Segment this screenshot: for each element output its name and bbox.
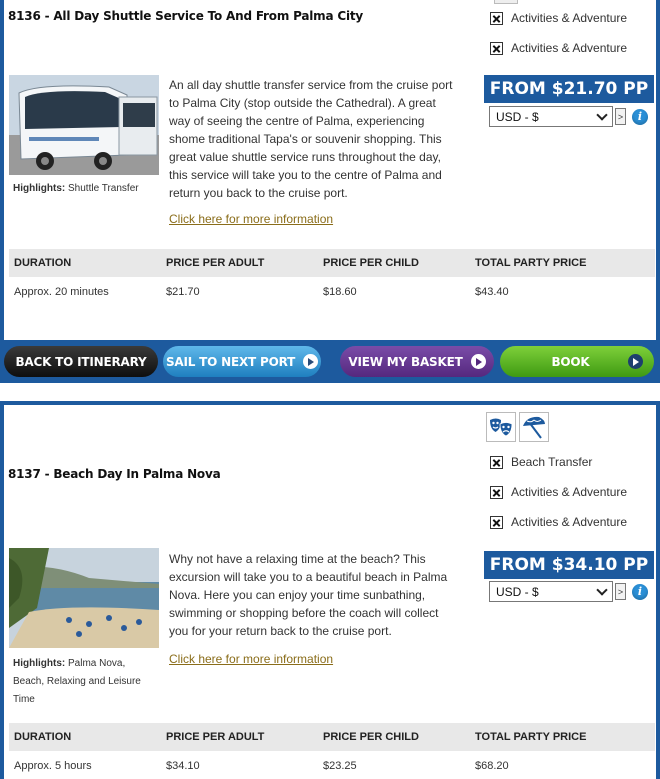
excursion-photo-beach[interactable] [9,548,159,648]
checkbox-x-icon [490,455,503,469]
header-adult: PRICE PER ADULT [166,731,265,743]
cell-total-price: $68.20 [475,760,509,772]
price-table: DURATION PRICE PER ADULT PRICE PER CHILD… [9,249,655,307]
beach-umbrella-icon[interactable] [519,412,549,442]
cell-child-price: $23.25 [323,760,357,772]
view-basket-button[interactable]: VIEW MY BASKET [340,346,494,377]
more-info-link[interactable]: Click here for more information [169,652,333,666]
highlights: Highlights: Shuttle Transfer [13,180,158,198]
book-button[interactable]: BOOK [500,346,654,377]
price-table-header: DURATION PRICE PER ADULT PRICE PER CHILD… [9,249,655,277]
cell-adult-price: $21.70 [166,286,200,298]
chevron-down-icon [596,108,608,121]
arrow-right-icon [627,354,643,369]
excursion-title: 8136 - All Day Shuttle Service To And Fr… [8,9,364,23]
category-label: Beach Transfer [511,455,593,469]
category-label: Activities & Adventure [511,41,628,55]
currency-value: USD - $ [496,584,539,599]
checkbox-x-icon [490,515,503,529]
cell-child-price: $18.60 [323,286,357,298]
sail-to-next-port-button[interactable]: SAIL TO NEXT PORT [163,346,321,377]
cell-duration: Approx. 5 hours [14,760,92,772]
category-list: Beach Transfer Activities & Adventure Ac… [490,447,627,537]
currency-select[interactable]: USD - $ [489,106,613,127]
category-item: Activities & Adventure [490,33,627,63]
basket-button-label: VIEW MY BASKET [348,354,463,369]
category-item: Activities & Adventure [490,507,627,537]
back-button-label: BACK TO ITINERARY [15,354,147,369]
checkbox-x-icon [490,41,503,55]
currency-select[interactable]: USD - $ [489,581,613,602]
currency-go-button[interactable]: > [615,108,626,125]
cell-adult-price: $34.10 [166,760,200,772]
chevron-down-icon [596,583,608,596]
action-bar: BACK TO ITINERARY SAIL TO NEXT PORT VIEW… [0,340,660,383]
header-total: TOTAL PARTY PRICE [475,731,587,743]
theme-icons [486,412,549,442]
info-icon[interactable]: i [632,583,648,600]
currency-row: USD - $ > i [489,106,648,127]
excursion-card-8137: Beach Transfer Activities & Adventure Ac… [0,401,660,779]
header-duration: DURATION [14,257,72,269]
category-label: Activities & Adventure [511,485,628,499]
checkbox-x-icon [490,11,503,25]
cell-duration: Approx. 20 minutes [14,286,109,298]
book-button-label: BOOK [551,354,590,369]
currency-go-button[interactable]: > [615,583,626,600]
category-label: Activities & Adventure [511,515,628,529]
category-item: Activities & Adventure [490,3,627,33]
currency-row: USD - $ > i [489,581,648,602]
header-total: TOTAL PARTY PRICE [475,257,587,269]
info-icon[interactable]: i [632,108,648,125]
category-item: Activities & Adventure [490,477,627,507]
theatre-masks-icon[interactable] [486,412,516,442]
table-row: Approx. 5 hours $34.10 $23.25 $68.20 [9,751,655,779]
cell-total-price: $43.40 [475,286,509,298]
price-table: DURATION PRICE PER ADULT PRICE PER CHILD… [9,723,655,779]
table-row: Approx. 20 minutes $21.70 $18.60 $43.40 [9,277,655,307]
header-adult: PRICE PER ADULT [166,257,265,269]
currency-value: USD - $ [496,109,539,124]
header-child: PRICE PER CHILD [323,731,419,743]
category-list: Activities & Adventure Activities & Adve… [490,3,627,63]
price-table-header: DURATION PRICE PER ADULT PRICE PER CHILD… [9,723,655,751]
price-badge: FROM $34.10 PP [484,551,654,579]
more-info-link[interactable]: Click here for more information [169,212,333,226]
excursion-card-8136: 8136 - All Day Shuttle Service To And Fr… [0,0,660,340]
price-badge: FROM $21.70 PP [484,75,654,103]
highlights-label: Highlights: [13,658,66,669]
highlights-text: Shuttle Transfer [68,183,139,194]
header-duration: DURATION [14,731,72,743]
back-to-itinerary-button[interactable]: BACK TO ITINERARY [4,346,158,377]
ship-icon [303,354,319,369]
excursion-title: 8137 - Beach Day In Palma Nova [8,467,221,481]
highlights: Highlights: Palma Nova, Beach, Relaxing … [13,655,158,709]
checkbox-x-icon [490,485,503,499]
header-child: PRICE PER CHILD [323,257,419,269]
excursion-description: An all day shuttle transfer service from… [169,78,453,200]
category-item: Beach Transfer [490,447,627,477]
arrow-right-icon [470,354,486,369]
category-label: Activities & Adventure [511,11,628,25]
excursion-photo-bus[interactable] [9,75,159,175]
highlights-label: Highlights: [13,183,66,194]
excursion-description: Why not have a relaxing time at the beac… [169,552,448,638]
sail-button-label: SAIL TO NEXT PORT [165,354,296,369]
